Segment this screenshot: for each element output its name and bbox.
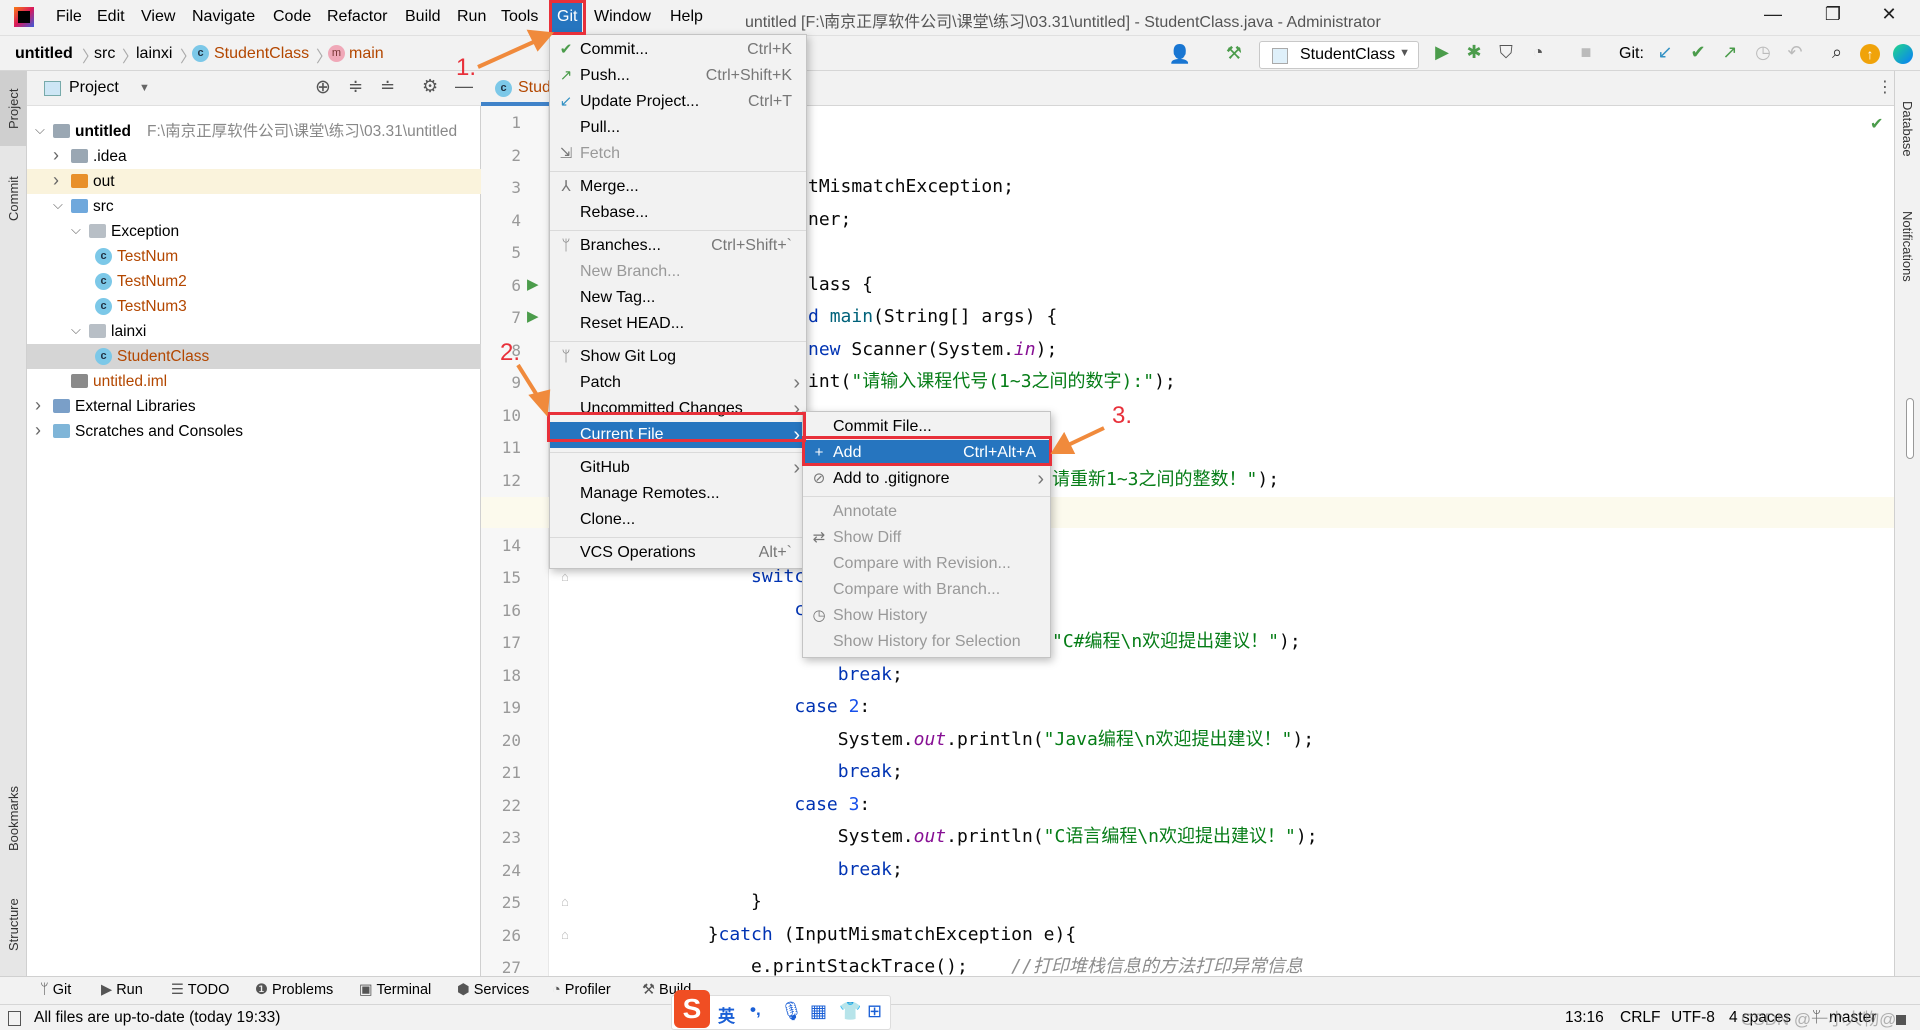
services-icon: ⬢ [457, 982, 474, 998]
tool-window-bar: ᛘ Git ▶ Run ☰ TODO ❶ Problems ▣ Terminal ⬢ Se… [0, 976, 1920, 1004]
tool-window-label: Git [52, 982, 72, 998]
terminal-icon: ▣ [359, 982, 377, 998]
tool-window-label: Profiler [564, 982, 611, 998]
arrow-1 [477, 38, 539, 69]
sogou-logo-icon: S [674, 990, 710, 1028]
tool-window-problems[interactable]: ❶ Problems [255, 982, 333, 998]
line-separator[interactable]: CRLF [1620, 1009, 1660, 1027]
arrow-1-head [526, 29, 555, 52]
caret-position[interactable]: 13:16 [1565, 1009, 1604, 1027]
tool-window-label: Services [473, 982, 530, 998]
skin-icon[interactable]: 👕 [839, 1001, 861, 1022]
ime-toolbar[interactable]: S 英 •, 🎙 ▦ 👕 ⊞ [671, 990, 891, 1030]
tool-window-label: TODO [187, 982, 230, 998]
tool-window-git[interactable]: ᛘ Git [40, 982, 71, 998]
memory-indicator-icon[interactable] [1896, 1015, 1906, 1025]
tool-window-profiler[interactable]: ◔ Profiler [552, 982, 611, 998]
hammer-icon: ⚒ [642, 982, 660, 998]
ime-language[interactable]: 英 [718, 1002, 735, 1027]
tool-window-run[interactable]: ▶ Run [101, 982, 143, 998]
warning-icon: ❶ [255, 982, 273, 998]
arrow-3-head [1050, 431, 1076, 454]
tool-window-services[interactable]: ⬢ Services [457, 982, 529, 998]
toolbox-icon[interactable]: ⊞ [867, 1001, 882, 1022]
tool-window-label: Problems [272, 982, 334, 998]
annotation-arrows [477, 29, 1105, 454]
tool-window-todo[interactable]: ☰ TODO [171, 982, 229, 998]
tool-window-terminal[interactable]: ▣ Terminal [359, 982, 431, 998]
status-message[interactable]: All files are up-to-date (today 19:33) [34, 1009, 280, 1027]
keyboard-icon[interactable]: ▦ [810, 1001, 827, 1022]
watermark: CSDN @一小人物@ [1741, 1010, 1897, 1029]
play-icon: ▶ [101, 982, 117, 998]
tool-window-label: Terminal [376, 982, 432, 998]
status-toggle-icon[interactable] [8, 1011, 21, 1026]
arrow-2-head [528, 389, 551, 417]
git-branch-icon: ᛘ [40, 982, 53, 998]
microphone-icon[interactable]: 🎙 [780, 1001, 803, 1022]
file-encoding[interactable]: UTF-8 [1671, 1009, 1715, 1027]
list-icon: ☰ [171, 982, 188, 998]
status-bar: All files are up-to-date (today 19:33) 1… [0, 1004, 1920, 1030]
ime-punctuation[interactable]: •, [750, 1000, 761, 1020]
tool-window-label: Run [116, 982, 143, 998]
profiler-icon: ◔ [552, 982, 565, 998]
arrow-3 [1065, 426, 1105, 448]
